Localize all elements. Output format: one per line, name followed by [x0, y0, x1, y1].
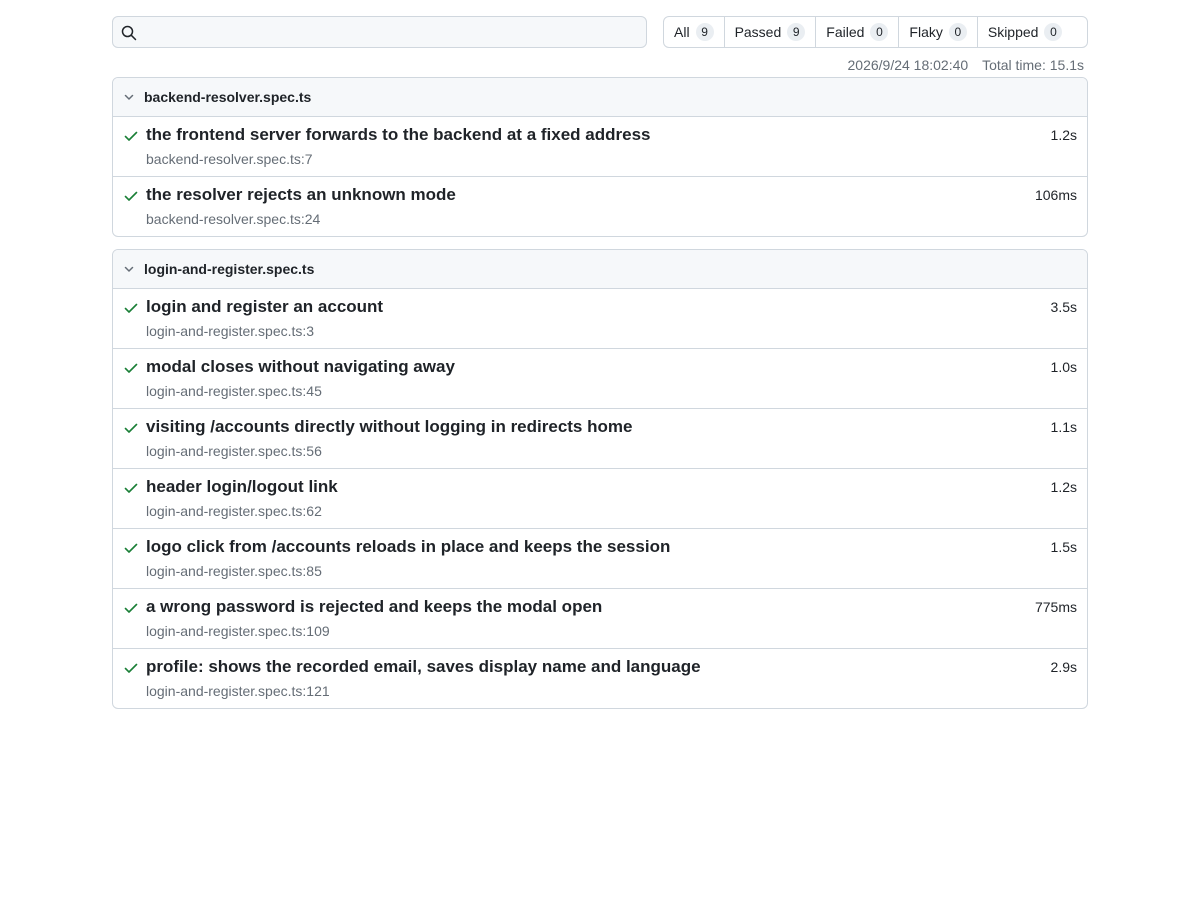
total-time: Total time: 15.1s	[982, 57, 1084, 73]
filter-count: 0	[948, 23, 967, 41]
test-row[interactable]: logo click from /accounts reloads in pla…	[113, 529, 1087, 589]
filter-label: Passed	[734, 24, 782, 40]
file-header[interactable]: login-and-register.spec.ts	[113, 250, 1087, 289]
test-location: login-and-register.spec.ts:3	[146, 323, 315, 339]
filter-label: Skipped	[987, 24, 1039, 40]
filter-label: All	[674, 24, 690, 40]
check-icon	[124, 483, 138, 493]
file-header[interactable]: backend-resolver.spec.ts	[113, 78, 1087, 117]
test-title[interactable]: modal closes without navigating away	[146, 357, 455, 377]
test-location: login-and-register.spec.ts:85	[146, 563, 322, 579]
test-duration: 1.1s	[1050, 419, 1077, 435]
test-list: the frontend server forwards to the back…	[113, 117, 1087, 236]
file-name: backend-resolver.spec.ts	[144, 89, 312, 105]
filter-passed[interactable]: Passed 9	[725, 17, 817, 47]
filter-count: 9	[787, 23, 806, 41]
test-title[interactable]: header login/logout link	[146, 477, 338, 497]
chevron-down-icon[interactable]	[121, 261, 137, 277]
test-row[interactable]: header login/logout link login-and-regis…	[113, 469, 1087, 529]
test-location: login-and-register.spec.ts:45	[146, 383, 322, 399]
report-root: All 9 Passed 9 Failed 0 Flaky 0 Skipped …	[112, 16, 1088, 709]
test-row[interactable]: the resolver rejects an unknown mode bac…	[113, 177, 1087, 236]
test-location: login-and-register.spec.ts:121	[146, 683, 330, 699]
test-duration: 1.2s	[1050, 127, 1077, 143]
test-row[interactable]: profile: shows the recorded email, saves…	[113, 649, 1087, 708]
test-duration: 1.2s	[1050, 479, 1077, 495]
test-row[interactable]: a wrong password is rejected and keeps t…	[113, 589, 1087, 649]
filter-failed[interactable]: Failed 0	[816, 17, 900, 47]
search-icon	[121, 25, 137, 41]
filter-count: 0	[870, 23, 889, 41]
check-icon	[124, 131, 138, 141]
check-icon	[124, 603, 138, 613]
search-input[interactable]	[143, 17, 638, 47]
filter-flaky[interactable]: Flaky 0	[899, 17, 978, 47]
filter-label: Failed	[826, 24, 865, 40]
test-location: backend-resolver.spec.ts:7	[146, 151, 313, 167]
check-icon	[124, 363, 138, 373]
test-duration: 1.5s	[1050, 539, 1077, 555]
filter-skipped[interactable]: Skipped 0	[978, 17, 1087, 47]
check-icon	[124, 191, 138, 201]
test-row[interactable]: the frontend server forwards to the back…	[113, 117, 1087, 177]
check-icon	[124, 543, 138, 553]
test-title[interactable]: login and register an account	[146, 297, 383, 317]
run-timestamp: 2026/9/24 18:02:40	[847, 57, 969, 73]
test-title[interactable]: a wrong password is rejected and keeps t…	[146, 597, 602, 617]
test-list: login and register an account login-and-…	[113, 289, 1087, 708]
search-box[interactable]	[112, 16, 647, 48]
test-row[interactable]: modal closes without navigating away log…	[113, 349, 1087, 409]
test-title[interactable]: visiting /accounts directly without logg…	[146, 417, 632, 437]
test-location: login-and-register.spec.ts:109	[146, 623, 330, 639]
filter-all[interactable]: All 9	[664, 17, 725, 47]
test-title[interactable]: profile: shows the recorded email, saves…	[146, 657, 701, 677]
filter-count: 0	[1044, 23, 1063, 41]
test-duration: 3.5s	[1050, 299, 1077, 315]
test-file-group: login-and-register.spec.ts login and reg…	[112, 249, 1088, 709]
check-icon	[124, 423, 138, 433]
test-files: backend-resolver.spec.ts the frontend se…	[112, 77, 1088, 709]
check-icon	[124, 663, 138, 673]
filter-label: Flaky	[909, 24, 943, 40]
toolbar: All 9 Passed 9 Failed 0 Flaky 0 Skipped …	[112, 16, 1088, 48]
test-location: login-and-register.spec.ts:56	[146, 443, 322, 459]
test-duration: 775ms	[1034, 599, 1077, 615]
chevron-down-icon[interactable]	[121, 89, 137, 105]
test-duration: 2.9s	[1050, 659, 1077, 675]
test-title[interactable]: the frontend server forwards to the back…	[146, 125, 650, 145]
filter-count: 9	[695, 23, 714, 41]
test-row[interactable]: visiting /accounts directly without logg…	[113, 409, 1087, 469]
status-filters: All 9 Passed 9 Failed 0 Flaky 0 Skipped …	[663, 16, 1088, 48]
test-duration: 1.0s	[1050, 359, 1077, 375]
test-location: login-and-register.spec.ts:62	[146, 503, 322, 519]
check-icon	[124, 303, 138, 313]
test-location: backend-resolver.spec.ts:24	[146, 211, 321, 227]
test-duration: 106ms	[1034, 187, 1077, 203]
file-name: login-and-register.spec.ts	[144, 261, 315, 277]
test-title[interactable]: logo click from /accounts reloads in pla…	[146, 537, 670, 557]
test-row[interactable]: login and register an account login-and-…	[113, 289, 1087, 349]
run-metadata: 2026/9/24 18:02:40 Total time: 15.1s	[112, 57, 1088, 75]
test-title[interactable]: the resolver rejects an unknown mode	[146, 185, 456, 205]
test-file-group: backend-resolver.spec.ts the frontend se…	[112, 77, 1088, 237]
